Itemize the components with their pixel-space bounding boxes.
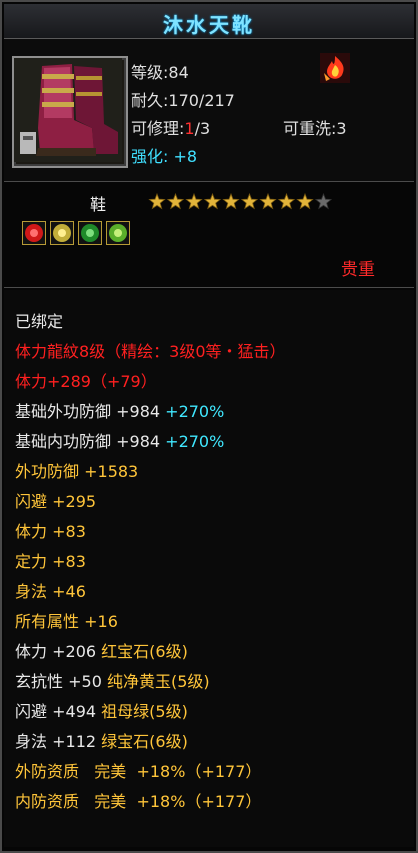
star-filled-icon (166, 193, 185, 210)
star-empty-icon (314, 193, 333, 210)
attribute-line: 外功防御 +1583 (15, 462, 139, 481)
gem-attribute-line: 玄抗性 +50 纯净黄玉(5级) (15, 672, 210, 691)
rarity-label: 贵重 (341, 260, 375, 280)
attribute-line: 体力 +83 (15, 522, 86, 541)
star-filled-icon (148, 193, 166, 210)
star-filled-icon (277, 193, 296, 210)
star-filled-icon (240, 193, 259, 210)
item-tooltip-panel: 沐水天靴 等级:84 耐久:170/217 可修理:1/3 可重洗:3 强化: … (0, 0, 418, 853)
star-filled-icon (185, 193, 203, 210)
repair-count: 可修理:1/3 (131, 119, 211, 138)
base-outer-defense: 基础外功防御 +984 +270% (15, 402, 225, 421)
item-type: 鞋 (90, 195, 107, 214)
title-bar: 沐水天靴 (4, 4, 414, 39)
gem-attribute-line: 身法 +112 绿宝石(6级) (15, 732, 188, 751)
enhance-level: 强化: +8 (131, 147, 198, 166)
green-sapphire-icon (106, 221, 130, 245)
star-filled-icon (203, 193, 222, 210)
gem-attribute-line: 闪避 +494 祖母绿(5级) (15, 702, 188, 721)
item-durability: 耐久:170/217 (131, 91, 235, 110)
rewash-count: 可重洗:3 (283, 119, 347, 138)
bound-status: 已绑定 (15, 312, 64, 331)
yellow-jade-icon (50, 221, 74, 245)
stamina-bonus-line: 体力+289（+79） (15, 372, 157, 391)
star-filled-icon (259, 193, 277, 210)
item-level: 等级:84 (131, 63, 189, 82)
green-emerald-icon (78, 221, 102, 245)
boots-icon (12, 56, 128, 168)
attribute-line: 定力 +83 (15, 552, 86, 571)
repair-current: 1 (184, 119, 195, 138)
star-rating (148, 193, 333, 210)
star-filled-icon (222, 193, 240, 210)
divider (4, 181, 414, 182)
attribute-line: 所有属性 +16 (15, 612, 118, 631)
attribute-line: 闪避 +295 (15, 492, 97, 511)
flame-emblem-icon (320, 53, 350, 83)
dragon-pattern-line: 体力龍紋8级（精绘：3级0等・猛击） (15, 342, 286, 361)
quality-line: 内防资质 完美 +18%（+177） (15, 792, 262, 811)
divider (4, 287, 414, 288)
quality-line: 外防资质 完美 +18%（+177） (15, 762, 262, 781)
red-gem-icon (22, 221, 46, 245)
star-filled-icon (296, 193, 314, 210)
base-inner-defense: 基础内功防御 +984 +270% (15, 432, 225, 451)
attribute-line: 身法 +46 (15, 582, 86, 601)
item-name: 沐水天靴 (163, 13, 255, 37)
gem-attribute-line: 体力 +206 红宝石(6级) (15, 642, 188, 661)
